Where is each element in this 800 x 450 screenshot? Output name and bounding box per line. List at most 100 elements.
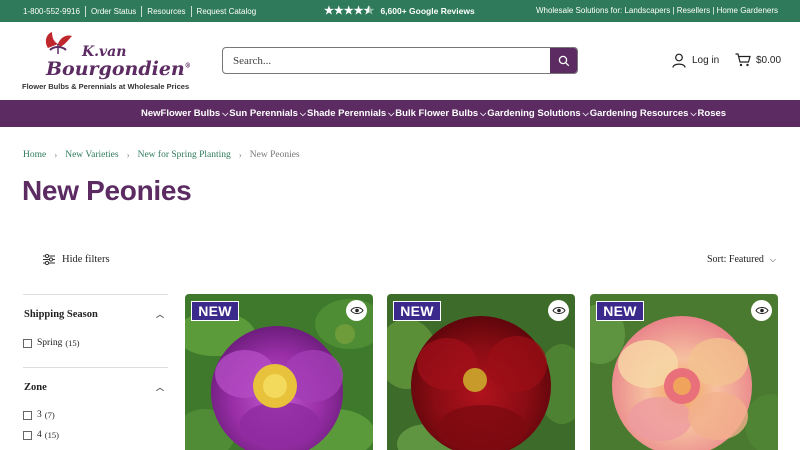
login-label: Log in bbox=[692, 55, 720, 66]
logo-text-main-word: Bourgondien bbox=[46, 58, 185, 80]
facet-zone: Zone ︿ 3 (7) 4 (15) bbox=[23, 367, 168, 440]
tulip-logo-icon bbox=[45, 32, 72, 54]
option-label: 4 bbox=[37, 430, 42, 440]
nav-label: Sun Perennials bbox=[229, 108, 298, 119]
login-link[interactable]: Log in bbox=[672, 53, 719, 68]
sort-label: Sort: Featured bbox=[706, 254, 764, 265]
nav-item-shade-perennials[interactable]: Shade Perennials ⌵ bbox=[307, 108, 395, 119]
chevron-right-icon: › bbox=[238, 150, 242, 160]
chevron-down-icon: ⌵ bbox=[582, 108, 589, 118]
hide-filters-button[interactable]: Hide filters bbox=[43, 254, 110, 265]
logo[interactable]: K.van Bourgondien® Flower Bulbs & Perenn… bbox=[22, 30, 197, 94]
filter-option-spring[interactable]: Spring (15) bbox=[23, 338, 168, 348]
chevron-right-icon: › bbox=[126, 150, 130, 160]
page-title: New Peonies bbox=[22, 175, 192, 206]
filter-option-zone-4[interactable]: 4 (15) bbox=[23, 430, 168, 440]
facet-title: Zone bbox=[24, 382, 47, 393]
cart-icon bbox=[735, 53, 751, 67]
facet-header[interactable]: Zone ︿ bbox=[23, 382, 168, 393]
nav-label: Bulk Flower Bulbs bbox=[395, 108, 479, 119]
search-bar bbox=[222, 47, 578, 74]
product-card[interactable]: NEW bbox=[590, 294, 778, 450]
filter-sidebar: Shipping Season ︿ Spring (15) Zone ︿ 3 (… bbox=[23, 294, 168, 440]
wholesale-link[interactable]: Wholesale Solutions for: Landscapers | R… bbox=[536, 6, 778, 15]
checkbox[interactable] bbox=[23, 338, 32, 348]
logo-registered-mark: ® bbox=[184, 62, 191, 70]
new-badge: NEW bbox=[191, 301, 239, 321]
nav-label: Shade Perennials bbox=[307, 108, 387, 119]
search-button[interactable] bbox=[550, 48, 577, 73]
top-links: 1-800-552-9916 Order Status Resources Re… bbox=[23, 6, 256, 17]
chevron-up-icon: ︿ bbox=[156, 383, 164, 392]
breadcrumb-new-varieties[interactable]: New Varieties bbox=[65, 150, 118, 160]
chevron-right-icon: › bbox=[54, 150, 58, 160]
top-bar: 1-800-552-9916 Order Status Resources Re… bbox=[0, 0, 800, 22]
facet-shipping-season: Shipping Season ︿ Spring (15) bbox=[23, 294, 168, 367]
user-icon bbox=[672, 53, 686, 68]
option-count: (7) bbox=[44, 410, 55, 420]
star-rating-icon: ★★★★★★ bbox=[324, 5, 375, 17]
facet-header[interactable]: Shipping Season ︿ bbox=[23, 309, 168, 320]
cart-total: $0.00 bbox=[756, 54, 782, 66]
nav-label: Roses bbox=[697, 108, 727, 119]
chevron-down-icon: ⌵ bbox=[769, 254, 776, 264]
nav-item-gardening-solutions[interactable]: Gardening Solutions ⌵ bbox=[487, 108, 590, 119]
nav-label: Gardening Solutions bbox=[487, 108, 581, 119]
eye-icon bbox=[349, 307, 364, 314]
chevron-down-icon: ⌵ bbox=[222, 108, 229, 118]
resources-link[interactable]: Resources bbox=[147, 7, 185, 16]
nav-item-flower-bulbs[interactable]: Flower Bulbs ⌵ bbox=[161, 108, 230, 119]
checkbox[interactable] bbox=[23, 410, 32, 420]
option-count: (15) bbox=[65, 338, 80, 348]
divider bbox=[84, 6, 86, 17]
search-input[interactable] bbox=[223, 48, 551, 73]
hide-filters-label: Hide filters bbox=[62, 254, 110, 265]
cart-link[interactable]: $0.00 bbox=[735, 53, 781, 67]
breadcrumb-home[interactable]: Home bbox=[23, 150, 46, 160]
nav-item-roses[interactable]: Roses bbox=[698, 108, 727, 119]
product-card[interactable]: NEW bbox=[387, 294, 575, 450]
nav-label: New bbox=[141, 108, 161, 119]
breadcrumb: Home › New Varieties › New for Spring Pl… bbox=[23, 150, 300, 160]
nav-item-bulk-flower-bulbs[interactable]: Bulk Flower Bulbs ⌵ bbox=[395, 108, 487, 119]
eye-icon bbox=[754, 307, 769, 314]
logo-tagline: Flower Bulbs & Perennials at Wholesale P… bbox=[22, 82, 190, 91]
divider bbox=[190, 6, 192, 17]
request-catalog-link[interactable]: Request Catalog bbox=[197, 7, 257, 16]
nav-item-sun-perennials[interactable]: Sun Perennials ⌵ bbox=[229, 108, 307, 119]
logo-text-main: Bourgondien® bbox=[46, 58, 191, 80]
option-label: Spring bbox=[37, 338, 63, 348]
eye-icon bbox=[551, 307, 566, 314]
product-card[interactable]: NEW bbox=[185, 294, 373, 450]
facet-title: Shipping Season bbox=[24, 309, 98, 320]
new-badge: NEW bbox=[393, 301, 441, 321]
reviews-count: 6,600+ Google Reviews bbox=[380, 5, 475, 16]
order-status-link[interactable]: Order Status bbox=[91, 7, 136, 16]
quick-view-button[interactable] bbox=[346, 300, 367, 321]
main-nav: New Flower Bulbs ⌵ Sun Perennials ⌵ Shade … bbox=[0, 100, 800, 127]
site-header: K.van Bourgondien® Flower Bulbs & Perenn… bbox=[0, 22, 800, 100]
nav-item-new[interactable]: New bbox=[141, 108, 161, 119]
chevron-up-icon: ︿ bbox=[156, 310, 164, 319]
search-icon bbox=[558, 55, 569, 66]
sort-dropdown[interactable]: Sort: Featured ⌵ bbox=[707, 254, 776, 265]
chevron-down-icon: ⌵ bbox=[299, 108, 306, 118]
nav-item-gardening-resources[interactable]: Gardening Resources ⌵ bbox=[590, 108, 698, 119]
filter-option-zone-3[interactable]: 3 (7) bbox=[23, 410, 168, 420]
quick-view-button[interactable] bbox=[548, 300, 569, 321]
breadcrumb-new-for-spring[interactable]: New for Spring Planting bbox=[138, 150, 231, 160]
checkbox[interactable] bbox=[23, 430, 32, 440]
filter-sliders-icon bbox=[43, 254, 55, 265]
option-label: 3 bbox=[37, 410, 42, 420]
chevron-down-icon: ⌵ bbox=[388, 108, 395, 118]
phone-link[interactable]: 1-800-552-9916 bbox=[23, 7, 80, 16]
chevron-down-icon: ⌵ bbox=[480, 108, 487, 118]
breadcrumb-current: New Peonies bbox=[249, 150, 300, 160]
chevron-down-icon: ⌵ bbox=[690, 108, 697, 118]
google-reviews[interactable]: ★★★★★★ 6,600+ Google Reviews bbox=[324, 4, 475, 17]
option-count: (15) bbox=[44, 430, 59, 440]
quick-view-button[interactable] bbox=[751, 300, 772, 321]
nav-label: Flower Bulbs bbox=[160, 108, 221, 119]
nav-label: Gardening Resources bbox=[589, 108, 689, 119]
divider bbox=[141, 6, 143, 17]
